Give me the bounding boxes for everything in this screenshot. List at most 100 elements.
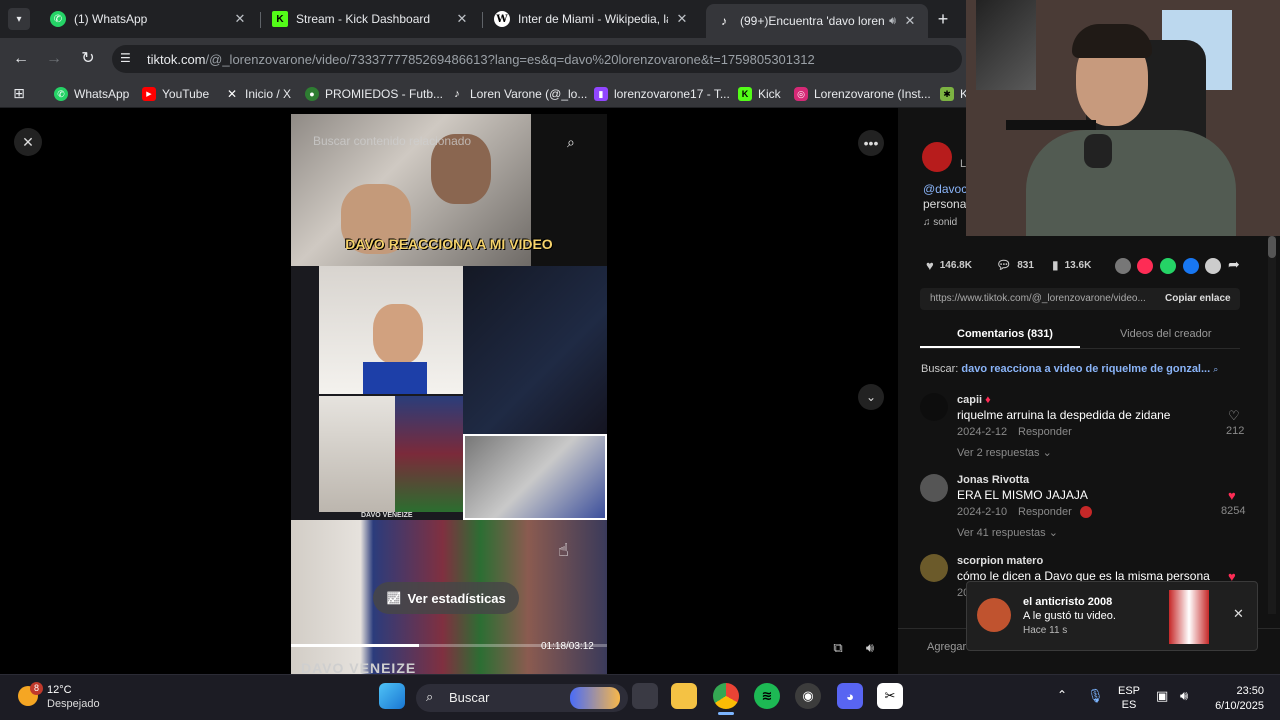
streamer-hair [1072, 24, 1152, 58]
tab-creator-videos[interactable]: Videos del creador [1120, 328, 1212, 340]
tab-kick[interactable]: K Stream - Kick Dashboard ✕ [262, 4, 480, 34]
bookmark-youtube[interactable]: ▶ YouTube [142, 84, 209, 104]
apps-grid-icon[interactable]: ⊞ [10, 84, 28, 102]
view-stats-button[interactable]: 📈︎ Ver estadísticas [373, 582, 519, 614]
next-video-chevron-icon[interactable]: ⌄ [858, 384, 884, 410]
tab-search-button[interactable]: ▾ [8, 8, 30, 30]
share-facebook-icon[interactable] [1183, 258, 1199, 274]
view-replies[interactable]: Ver 2 respuestas ⌄ [957, 446, 1052, 459]
obs-icon[interactable]: ◉ [795, 683, 821, 709]
comment-like-icon[interactable]: ♡ [1228, 408, 1240, 424]
network-icon[interactable]: ▣ [1156, 688, 1168, 704]
spotify-icon[interactable]: ≋ [754, 683, 780, 709]
post-description: persona [923, 197, 967, 211]
comment-button[interactable]: 💬︎ 831 [996, 258, 1034, 272]
weather-widget[interactable]: 8 12°C Despejado [18, 682, 118, 714]
more-options-button[interactable]: ••• [858, 130, 884, 156]
reply-button[interactable]: Responder [1018, 426, 1072, 438]
clock[interactable]: 23:50 6/10/2025 [1208, 684, 1264, 714]
share-arrow-icon[interactable]: ➦ [1228, 256, 1240, 273]
view-replies[interactable]: Ver 41 respuestas ⌄ [957, 526, 1058, 539]
forward-arrow-icon[interactable]: → [43, 48, 65, 70]
close-icon[interactable]: ✕ [902, 13, 918, 29]
volume-icon[interactable]: 🔊︎ [1180, 688, 1188, 704]
share-more-icon[interactable] [1205, 258, 1221, 274]
site-info-icon[interactable]: ☰ [120, 51, 131, 65]
comment-author[interactable]: Jonas Rivotta [957, 474, 1029, 486]
comment-icon: 💬︎ [996, 258, 1012, 272]
microphone-head [1084, 134, 1112, 168]
comment-like-count: 8254 [1221, 505, 1246, 517]
tab-tiktok[interactable]: ♪ (99+)Encuentra 'davo loren 🔊︎ ✕ [706, 4, 928, 38]
capcut-icon[interactable]: ✂ [877, 683, 903, 709]
related-search[interactable]: Buscar: davo reacciona a video de riquel… [921, 363, 1218, 375]
url-path: /@_lorenzovarone/video/73337777852694866… [205, 52, 815, 67]
add-comment-input[interactable]: Agregar [927, 641, 966, 653]
pip-icon[interactable]: ⧉ [828, 638, 848, 658]
windows-start-icon[interactable] [379, 683, 405, 709]
share-telegram-icon[interactable] [1137, 258, 1153, 274]
bookmark-twitch[interactable]: ▮ lorenzovarone17 - T... [594, 84, 730, 104]
reload-icon[interactable]: ↻ [77, 48, 99, 70]
tab-whatsapp[interactable]: ✆ (1) WhatsApp ✕ [40, 4, 258, 34]
comment-author[interactable]: capii ♦ [957, 394, 991, 406]
video-player[interactable]: DAVO REACCIONA A MI VIDEO DAVO VENEIZE B… [291, 114, 607, 674]
music-note-icon: ♫ [923, 217, 934, 228]
bookmark-promiedos[interactable]: ● PROMIEDOS - Futb... [305, 84, 443, 104]
chrome-icon[interactable] [713, 683, 739, 709]
comment-text: ERA EL MISMO JAJAJA [957, 488, 1088, 502]
discord-icon[interactable]: ◕ [837, 683, 863, 709]
url-text[interactable]: tiktok.com/@_lorenzovarone/video/7333777… [147, 52, 815, 67]
bookmark-tiktok[interactable]: ♪ Loren Varone (@_lo... [450, 84, 587, 104]
share-whatsapp-icon[interactable] [1160, 258, 1176, 274]
reply-button[interactable]: Responder [1018, 506, 1072, 518]
microphone-icon[interactable]: 🎙︎ [1087, 688, 1104, 704]
language-indicator[interactable]: ESP ES [1118, 684, 1140, 712]
tab-comments[interactable]: Comentarios (831) [957, 328, 1053, 340]
comment-like-count: 212 [1226, 425, 1245, 437]
close-icon[interactable]: ✕ [232, 11, 248, 27]
like-count: 146.8K [939, 260, 972, 271]
close-video-button[interactable]: ✕ [14, 128, 42, 156]
comment-like-icon[interactable]: ♥ [1228, 488, 1236, 503]
volume-icon[interactable]: 🔊︎ [860, 638, 880, 658]
like-button[interactable]: ♥ 146.8K [926, 258, 972, 273]
back-arrow-icon[interactable]: ← [10, 48, 32, 70]
bookmark-k[interactable]: ✱ K [940, 84, 968, 104]
author-handle[interactable]: @davoc [923, 182, 967, 196]
face-overlay [373, 304, 423, 364]
copy-link-button[interactable]: Copiar enlace [1165, 293, 1231, 304]
bookmark-whatsapp[interactable]: ✆ WhatsApp [54, 84, 129, 104]
comment-avatar[interactable] [920, 393, 948, 421]
scrollbar-track[interactable] [1268, 236, 1276, 614]
related-search-query[interactable]: davo reacciona a video de riquelme de go… [961, 363, 1210, 375]
post-link[interactable]: https://www.tiktok.com/@_lorenzovarone/v… [930, 293, 1146, 304]
search-icon[interactable]: ⌕ [567, 134, 575, 151]
comment-avatar[interactable] [920, 554, 948, 582]
scrollbar-thumb[interactable] [1268, 236, 1276, 258]
comment-avatar[interactable] [920, 474, 948, 502]
sound-row[interactable]: ♫ sonid [923, 217, 957, 228]
bookmark-x[interactable]: ✕ Inicio / X [225, 84, 291, 104]
save-button[interactable]: ▮ 13.6K [1052, 258, 1091, 272]
bookmark-kick[interactable]: K Kick [738, 84, 781, 104]
speaker-icon[interactable]: 🔊︎ [889, 15, 896, 28]
task-view-icon[interactable] [632, 683, 658, 709]
comment-author[interactable]: scorpion matero [957, 555, 1043, 567]
search-related-input[interactable]: Buscar contenido relacionado [313, 134, 471, 148]
tab-title: Stream - Kick Dashboard [296, 12, 431, 26]
bookmark-instagram[interactable]: ◎ Lorenzovarone (Inst... [794, 84, 931, 104]
new-tab-button[interactable]: + [932, 8, 954, 30]
avatar[interactable] [922, 142, 952, 172]
tab-wikipedia[interactable]: W Inter de Miami - Wikipedia, la e ✕ [484, 4, 700, 34]
close-icon[interactable]: ✕ [674, 11, 690, 27]
taskbar-search[interactable]: ⌕ Buscar [416, 684, 628, 712]
url-host: tiktok.com [147, 52, 206, 67]
close-icon[interactable]: ✕ [454, 11, 470, 27]
streamer-body [1026, 130, 1236, 236]
close-icon[interactable]: ✕ [1233, 606, 1244, 622]
chevron-up-icon[interactable]: ⌃ [1057, 688, 1067, 702]
file-explorer-icon[interactable] [671, 683, 697, 709]
notification-toast[interactable]: el anticristo 2008 A le gustó tu video. … [966, 581, 1258, 651]
share-embed-icon[interactable] [1115, 258, 1131, 274]
